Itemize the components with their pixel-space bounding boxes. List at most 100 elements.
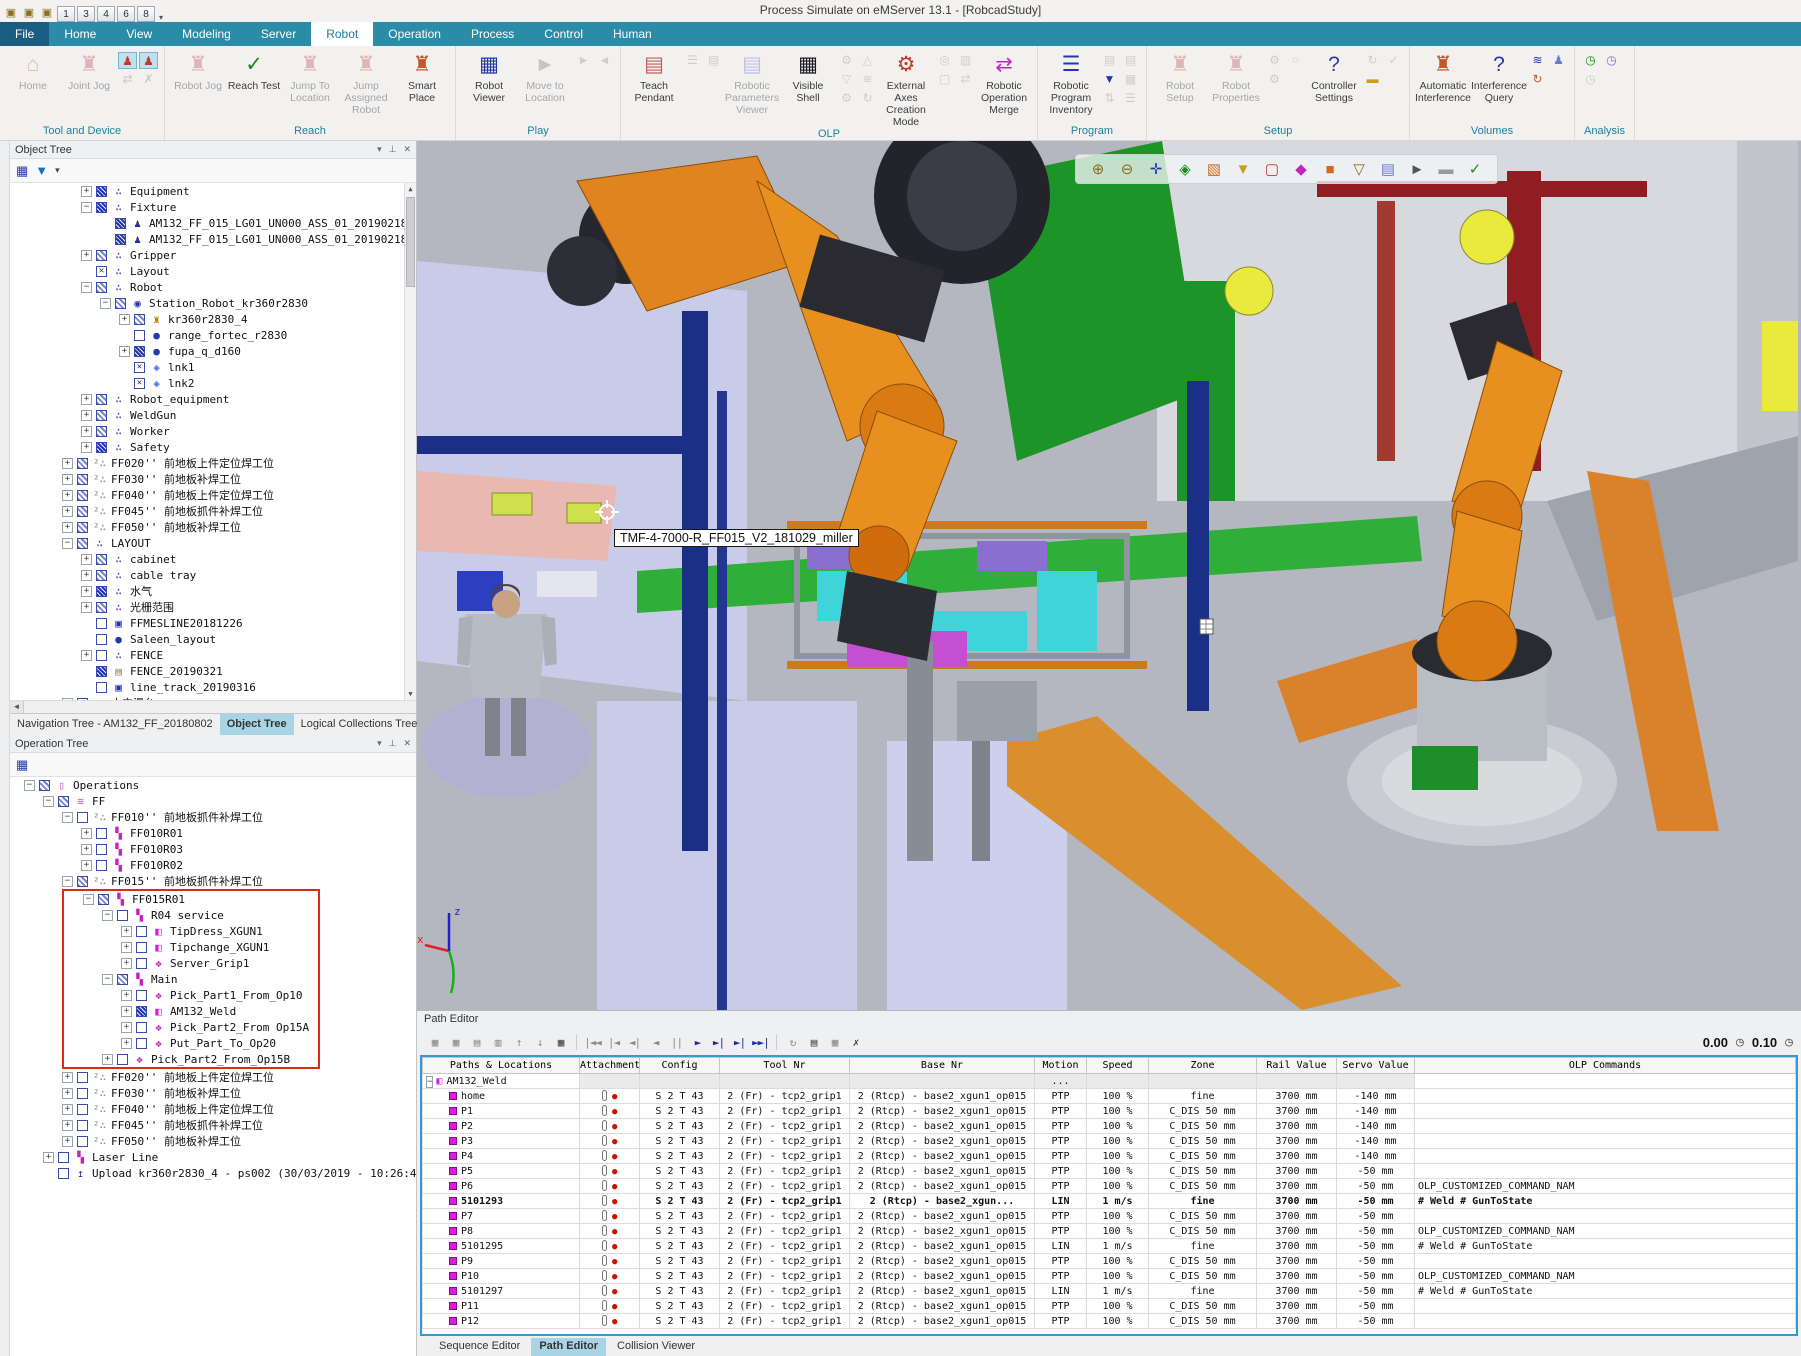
servo-value-cell[interactable]: -140 mm bbox=[1337, 1089, 1415, 1104]
rail-value-cell[interactable]: 3700 mm bbox=[1257, 1224, 1337, 1239]
speed-cell[interactable]: 100 % bbox=[1087, 1089, 1149, 1104]
collapse-icon[interactable]: − bbox=[24, 780, 35, 791]
servo-value-cell[interactable]: -140 mm bbox=[1337, 1149, 1415, 1164]
config-cell[interactable]: S 2 T 43 bbox=[640, 1254, 720, 1269]
visibility-checkbox[interactable] bbox=[96, 250, 107, 261]
motion-cell[interactable]: PTP bbox=[1035, 1299, 1087, 1314]
unmount-tool-icon[interactable]: ✗ bbox=[139, 71, 158, 88]
path-row-P3[interactable]: P3 ●S 2 T 432 (Fr) - tcp2_grip12 (Rtcp) … bbox=[423, 1134, 1796, 1149]
tree-item[interactable]: ●Saleen_layout bbox=[10, 631, 416, 647]
base-nr-cell[interactable]: 2 (Rtcp) - base2_xgun1_op015 bbox=[850, 1299, 1035, 1314]
visibility-checkbox[interactable] bbox=[136, 1038, 147, 1049]
rail-value-cell[interactable]: 3700 mm bbox=[1257, 1284, 1337, 1299]
time-analysis-icon[interactable]: ◷ bbox=[1581, 52, 1600, 69]
speed-cell[interactable]: 100 % bbox=[1087, 1299, 1149, 1314]
visibility-checkbox[interactable] bbox=[117, 1054, 128, 1065]
column-header-servo-value[interactable]: Servo Value bbox=[1337, 1058, 1415, 1074]
tree-item[interactable]: ●range_fortec_r2830 bbox=[10, 327, 416, 343]
path-location-cell[interactable]: P10 bbox=[423, 1269, 580, 1284]
path-location-cell[interactable]: −◧AM132_Weld bbox=[423, 1074, 580, 1089]
play-icon[interactable]: ► bbox=[688, 1036, 707, 1049]
tree-item[interactable]: +²∴FF020'' 前地板上件定位焊工位 bbox=[10, 455, 416, 471]
path-row-home[interactable]: home ●S 2 T 432 (Fr) - tcp2_grip12 (Rtcp… bbox=[423, 1089, 1796, 1104]
visibility-checkbox[interactable] bbox=[96, 650, 107, 661]
path-location-cell[interactable]: P9 bbox=[423, 1254, 580, 1269]
speed-cell[interactable]: 1 m/s bbox=[1087, 1284, 1149, 1299]
visibility-checkbox[interactable] bbox=[58, 1168, 69, 1179]
step-back-icon[interactable]: ◄| bbox=[625, 1036, 644, 1049]
path-row-P2[interactable]: P2 ●S 2 T 432 (Fr) - tcp2_grip12 (Rtcp) … bbox=[423, 1119, 1796, 1134]
visibility-checkbox[interactable] bbox=[77, 458, 88, 469]
ruler-icon[interactable]: ▬ bbox=[1363, 71, 1382, 88]
visibility-checkbox[interactable] bbox=[77, 1072, 88, 1083]
tree-item[interactable]: +❖Server_Grip1 bbox=[64, 955, 318, 971]
visibility-checkbox[interactable] bbox=[117, 910, 128, 921]
config-cell[interactable]: S 2 T 43 bbox=[640, 1284, 720, 1299]
rail-value-cell[interactable]: 3700 mm bbox=[1257, 1104, 1337, 1119]
olp-commands-cell[interactable]: # Weld # GunToState bbox=[1415, 1194, 1796, 1209]
olp-commands-cell[interactable]: # Weld # GunToState bbox=[1415, 1284, 1796, 1299]
column-header-motion[interactable]: Motion bbox=[1035, 1058, 1087, 1074]
rail-value-cell[interactable]: 3700 mm bbox=[1257, 1254, 1337, 1269]
visibility-checkbox[interactable] bbox=[77, 1104, 88, 1115]
reach-test-button[interactable]: ✓Reach Test bbox=[226, 48, 282, 92]
tree-item[interactable]: +∴Equipment bbox=[10, 183, 416, 199]
tree-item[interactable]: +∴Gripper bbox=[10, 247, 416, 263]
chevron-down-icon[interactable]: ▾ bbox=[377, 738, 382, 749]
column-header-zone[interactable]: Zone bbox=[1149, 1058, 1257, 1074]
motion-cell[interactable]: PTP bbox=[1035, 1104, 1087, 1119]
motion-cell[interactable]: PTP bbox=[1035, 1224, 1087, 1239]
torch-flip-icon[interactable]: ▽ bbox=[837, 71, 856, 88]
clear-filter-icon[interactable]: ✗ bbox=[846, 1036, 865, 1049]
columns-grid-icon[interactable]: ▦ bbox=[16, 757, 28, 773]
motion-cell[interactable]: ... bbox=[1035, 1074, 1087, 1089]
filter-icon[interactable]: ▽ bbox=[1349, 160, 1369, 178]
collapse-icon[interactable]: − bbox=[83, 894, 94, 905]
tree-item[interactable]: −◉Station_Robot_kr360r2830 bbox=[10, 295, 416, 311]
path-row-P7[interactable]: P7 ●S 2 T 432 (Fr) - tcp2_grip12 (Rtcp) … bbox=[423, 1209, 1796, 1224]
visibility-checkbox[interactable] bbox=[96, 554, 107, 565]
visibility-checkbox[interactable] bbox=[96, 442, 107, 453]
expand-icon[interactable]: + bbox=[121, 926, 132, 937]
column-header-base-nr[interactable]: Base Nr bbox=[850, 1058, 1035, 1074]
base-nr-cell[interactable]: 2 (Rtcp) - base2_xgun1_op015 bbox=[850, 1224, 1035, 1239]
tree-item[interactable]: +²∴FF040'' 前地板上件定位焊工位 bbox=[10, 1101, 416, 1117]
base-nr-cell[interactable]: 2 (Rtcp) - base2_xgun1_op015 bbox=[850, 1284, 1035, 1299]
speed-cell[interactable]: 100 % bbox=[1087, 1224, 1149, 1239]
tree-item[interactable]: +❖Pick_Part1_From_Op10 bbox=[64, 987, 318, 1003]
axis-slide-icon[interactable]: ⇄ bbox=[956, 71, 975, 88]
collapse-icon[interactable]: − bbox=[81, 202, 92, 213]
olp-commands-cell[interactable] bbox=[1415, 1299, 1796, 1314]
tab-control[interactable]: Control bbox=[529, 22, 598, 46]
expand-icon[interactable]: + bbox=[62, 490, 73, 501]
base-nr-cell[interactable] bbox=[850, 1074, 1035, 1089]
path-location-cell[interactable]: P8 bbox=[423, 1224, 580, 1239]
speed-cell[interactable]: 100 % bbox=[1087, 1134, 1149, 1149]
table-settings-icon[interactable]: ▦ bbox=[825, 1036, 844, 1049]
config-cell[interactable] bbox=[640, 1074, 720, 1089]
visibility-checkbox[interactable] bbox=[77, 490, 88, 501]
motion-cell[interactable]: LIN bbox=[1035, 1194, 1087, 1209]
tree-item[interactable]: +▚Laser Line bbox=[10, 1149, 416, 1165]
dropdown-arrow-icon[interactable]: ▾ bbox=[55, 165, 60, 176]
speed-cell[interactable]: 100 % bbox=[1087, 1209, 1149, 1224]
tab-robot[interactable]: Robot bbox=[311, 22, 373, 46]
rail-value-cell[interactable]: 3700 mm bbox=[1257, 1299, 1337, 1314]
visibility-checkbox[interactable]: ✕ bbox=[134, 378, 145, 389]
rail-value-cell[interactable]: 3700 mm bbox=[1257, 1134, 1337, 1149]
config-cell[interactable]: S 2 T 43 bbox=[640, 1164, 720, 1179]
config-cell[interactable]: S 2 T 43 bbox=[640, 1179, 720, 1194]
path-location-cell[interactable]: 5101297 bbox=[423, 1284, 580, 1299]
rail-value-cell[interactable]: 3700 mm bbox=[1257, 1239, 1337, 1254]
visibility-checkbox[interactable] bbox=[96, 426, 107, 437]
expand-icon[interactable]: + bbox=[119, 346, 130, 357]
visibility-checkbox[interactable] bbox=[96, 586, 107, 597]
base-nr-cell[interactable]: 2 (Rtcp) - base2_xgun1_op015 bbox=[850, 1254, 1035, 1269]
config-cell[interactable]: S 2 T 43 bbox=[640, 1134, 720, 1149]
speed-cell[interactable]: 1 m/s bbox=[1087, 1239, 1149, 1254]
speed-cell[interactable]: 100 % bbox=[1087, 1164, 1149, 1179]
path-row-5101293[interactable]: 5101293 ●S 2 T 432 (Fr) - tcp2_grip12 (R… bbox=[423, 1194, 1796, 1209]
zone-cell[interactable]: C_DIS 50 mm bbox=[1149, 1254, 1257, 1269]
visibility-checkbox[interactable] bbox=[96, 860, 107, 871]
olp-commands-cell[interactable] bbox=[1415, 1164, 1796, 1179]
